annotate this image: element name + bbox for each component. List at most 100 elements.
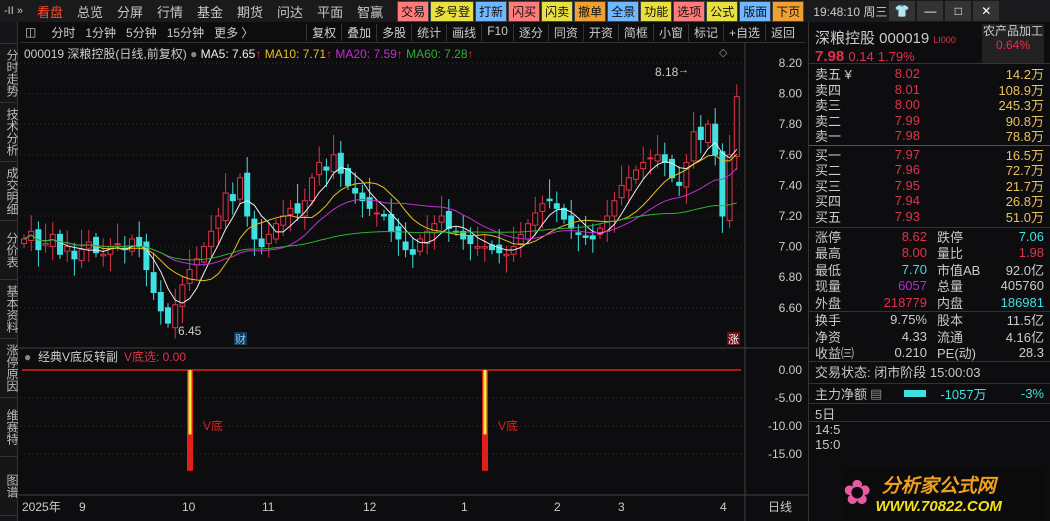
toolbar-button[interactable]: 标记 — [687, 23, 723, 41]
function-button[interactable]: 撤单 — [574, 0, 607, 22]
x-tick: 12 — [363, 500, 377, 514]
candle — [532, 212, 539, 226]
sidebar-tab[interactable]: 维赛特 — [0, 398, 19, 457]
price-chart[interactable]: 8.20 8.00 7.80 7.60 7.40 7.20 7.00 6.80 6.60 8.18… — [18, 43, 808, 521]
close-button[interactable]: ✕ — [973, 1, 1000, 21]
candle — [222, 192, 229, 222]
diamond-icon[interactable]: ◇ — [719, 47, 728, 59]
signal-label: V底 — [203, 418, 223, 433]
toolbar-button[interactable]: 逐分 — [512, 23, 548, 41]
candle — [323, 166, 330, 171]
candle — [575, 232, 582, 235]
period-label[interactable]: 日线 — [768, 500, 792, 514]
toolbar-button[interactable]: 统计 — [411, 23, 446, 41]
function-button[interactable]: 交易 — [397, 0, 430, 22]
stat-value: 28.3 — [1018, 345, 1044, 361]
period-tab[interactable]: 更多 〉 — [209, 24, 258, 41]
stat-value: 1.98 — [1018, 245, 1044, 261]
y-tick: 7.20 — [779, 209, 803, 223]
list-icon[interactable]: ▤ — [870, 386, 882, 402]
stat-value: 218779 — [883, 294, 927, 310]
candle — [647, 157, 654, 160]
toolbar-button[interactable]: 复权 — [306, 23, 341, 41]
toolbar-button[interactable]: 小窗 — [652, 23, 688, 41]
scroll-arrows[interactable] — [0, 22, 17, 44]
function-button[interactable]: 下页 — [772, 0, 805, 22]
indicator-value: V底选: 0.00 — [124, 349, 186, 364]
sidebar-tab[interactable]: 涨停原因 — [0, 339, 19, 398]
toolbar-button[interactable]: F10 — [481, 23, 513, 41]
skin-icon[interactable]: 👕 — [889, 1, 916, 21]
sector-name: 农产品加工 — [982, 24, 1043, 38]
toolbar-button[interactable]: 多股 — [376, 23, 411, 41]
x-tick: 1 — [461, 500, 468, 514]
toolbar-button[interactable]: +自选 — [722, 23, 765, 41]
candle — [417, 238, 423, 252]
low-label: 6.45 — [178, 324, 202, 338]
sector-box[interactable]: 农产品加工 0.64% — [982, 24, 1044, 63]
function-button[interactable]: 闪买 — [508, 0, 541, 22]
candle — [366, 197, 373, 209]
candle — [445, 210, 452, 229]
nav-item[interactable]: 智赢 — [357, 5, 383, 20]
stat-value: 92.0亿 — [1005, 262, 1044, 278]
candle — [676, 181, 683, 186]
level-price: 7.94 — [894, 193, 920, 209]
candle — [705, 123, 711, 144]
sidebar-tab[interactable]: 技术分析 — [0, 103, 19, 162]
function-button[interactable]: 公式 — [706, 0, 739, 22]
sidebar-tab[interactable]: 分时走势 — [0, 44, 19, 103]
toolbar-button[interactable]: 开资 — [582, 23, 618, 41]
candle — [215, 215, 222, 229]
toolbar-button[interactable]: 叠加 — [341, 23, 376, 41]
function-button[interactable]: 全景 — [607, 0, 640, 22]
minimize-button[interactable]: — — [917, 1, 944, 21]
candle — [669, 158, 675, 179]
toolbar-button[interactable]: 返回 — [764, 23, 800, 41]
nav-item[interactable]: 基金 — [197, 5, 223, 20]
period-tab[interactable]: 15分钟 — [162, 24, 209, 41]
candle — [64, 246, 71, 252]
ask-row: 卖一 7.98 78.8万 — [809, 128, 1050, 144]
nav-item[interactable]: 分屏 — [117, 5, 143, 20]
nav-item[interactable]: 期货 — [237, 5, 263, 20]
function-button[interactable]: 版面 — [739, 0, 772, 22]
toolbar-button[interactable]: 画线 — [446, 23, 481, 41]
function-button[interactable]: 多号登 — [430, 0, 475, 22]
candle — [57, 233, 63, 255]
level-price: 8.01 — [894, 81, 920, 97]
period-tab[interactable]: 5分钟 — [121, 24, 162, 41]
nav-item[interactable]: 问达 — [277, 5, 303, 20]
sidebar-tab[interactable]: 成交明细 — [0, 162, 19, 221]
candle — [265, 233, 272, 245]
panel-toggle-icon[interactable]: ◫ — [20, 25, 41, 39]
candle — [467, 235, 474, 245]
candle — [618, 184, 625, 199]
function-button[interactable]: 选项 — [673, 0, 706, 22]
nav-item[interactable]: 行情 — [157, 5, 183, 20]
toolbar-button[interactable]: 简框 — [617, 23, 653, 41]
maximize-button[interactable]: □ — [945, 1, 972, 21]
indicator-tick: -10.00 — [768, 419, 802, 433]
chart-toolbar: ◫ 分时 1分钟 5分钟 15分钟 更多 〉 复权 叠加 多股 统计 画线 F10 逐分 同资 开资 简框小… — [20, 22, 805, 43]
nav-item[interactable]: 总览 — [77, 5, 103, 20]
signal-bar-inner — [483, 370, 487, 435]
candle — [373, 212, 380, 215]
sidebar-tab[interactable]: 分价表 — [0, 221, 19, 280]
function-button[interactable]: 打新 — [475, 0, 508, 22]
x-tick: 3 — [618, 500, 625, 514]
period-tab[interactable]: 分时 — [46, 24, 80, 41]
sidebar-tab[interactable]: 基本资料 — [0, 280, 19, 339]
price-change: 0.14 — [848, 49, 874, 64]
function-button[interactable]: 功能 — [640, 0, 673, 22]
toolbar-button[interactable]: 同资 — [547, 23, 583, 41]
function-button[interactable]: 闪卖 — [541, 0, 574, 22]
nav-item[interactable]: 看盘 — [37, 5, 63, 20]
sidebar-tab[interactable]: 图谱 — [0, 457, 19, 516]
stat-row: 收益㈢ 0.210 PE(动) 28.3 — [809, 345, 1050, 361]
dropdown-icon[interactable]: ● — [24, 350, 31, 364]
period-tab[interactable]: 1分钟 — [80, 24, 121, 41]
nav-item[interactable]: 平面 — [317, 5, 343, 20]
y-tick: 6.80 — [779, 270, 803, 284]
x-tick: 9 — [79, 500, 86, 514]
